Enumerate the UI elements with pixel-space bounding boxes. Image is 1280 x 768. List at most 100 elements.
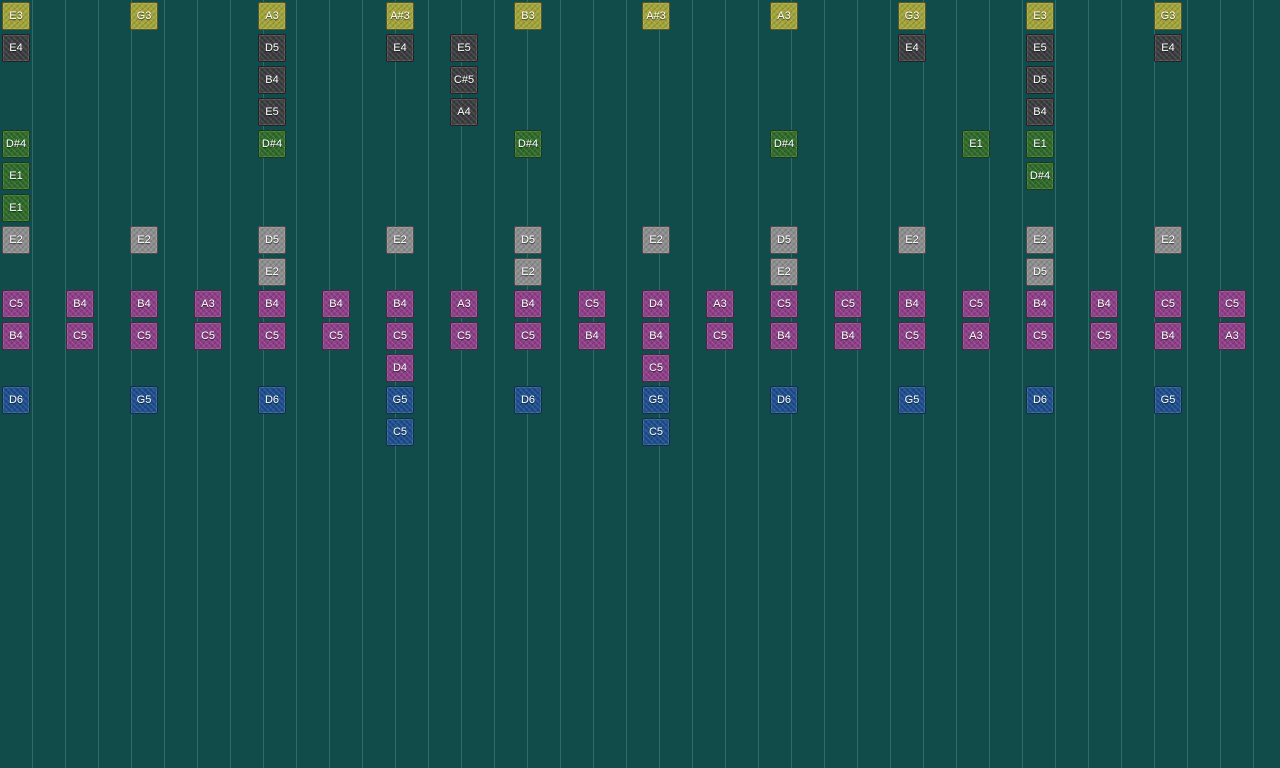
note-block[interactable]: E1 (1026, 130, 1054, 158)
note-block[interactable]: C5 (258, 322, 286, 350)
note-block[interactable]: E2 (898, 226, 926, 254)
note-block[interactable]: B4 (386, 290, 414, 318)
note-block[interactable]: C5 (66, 322, 94, 350)
note-block[interactable]: B4 (1154, 322, 1182, 350)
note-block[interactable]: C5 (834, 290, 862, 318)
note-block[interactable]: C5 (130, 322, 158, 350)
note-block[interactable]: B3 (514, 2, 542, 30)
note-block[interactable]: C5 (642, 354, 670, 382)
note-block[interactable]: C5 (642, 418, 670, 446)
note-block[interactable]: B4 (130, 290, 158, 318)
note-block[interactable]: C5 (1026, 322, 1054, 350)
note-block[interactable]: A3 (770, 2, 798, 30)
note-block[interactable]: B4 (258, 66, 286, 94)
note-block[interactable]: B4 (834, 322, 862, 350)
note-block[interactable]: D6 (258, 386, 286, 414)
note-block[interactable]: E4 (898, 34, 926, 62)
note-block[interactable]: E2 (514, 258, 542, 286)
note-block[interactable]: B4 (514, 290, 542, 318)
note-block[interactable]: G3 (1154, 2, 1182, 30)
note-block[interactable]: C5 (1154, 290, 1182, 318)
note-block[interactable]: D#4 (258, 130, 286, 158)
note-block[interactable]: D#4 (770, 130, 798, 158)
note-block[interactable]: D5 (514, 226, 542, 254)
note-block[interactable]: E4 (2, 34, 30, 62)
note-block[interactable]: C5 (962, 290, 990, 318)
note-block[interactable]: C5 (386, 322, 414, 350)
note-block[interactable]: A3 (450, 290, 478, 318)
note-block[interactable]: B4 (258, 290, 286, 318)
note-block[interactable]: D6 (514, 386, 542, 414)
note-block[interactable]: G5 (130, 386, 158, 414)
note-block[interactable]: B4 (642, 322, 670, 350)
note-block[interactable]: E2 (130, 226, 158, 254)
note-block[interactable]: C5 (194, 322, 222, 350)
note-block[interactable]: A3 (706, 290, 734, 318)
note-block[interactable]: B4 (898, 290, 926, 318)
note-block[interactable]: B4 (322, 290, 350, 318)
note-block[interactable]: D5 (258, 34, 286, 62)
note-block[interactable]: G5 (898, 386, 926, 414)
sequencer-grid[interactable]: E3 G3 A3 A#3 B3 A#3 A3 G3 E3 G3 E4 D5 E4 E5 E4 E5 E4 B4 C#… (0, 0, 1280, 768)
note-block[interactable]: C5 (322, 322, 350, 350)
note-block[interactable]: E2 (770, 258, 798, 286)
note-block[interactable]: B4 (66, 290, 94, 318)
note-block[interactable]: G5 (642, 386, 670, 414)
note-block[interactable]: E1 (2, 194, 30, 222)
note-block[interactable]: E2 (642, 226, 670, 254)
note-block[interactable]: C5 (514, 322, 542, 350)
note-block[interactable]: B4 (2, 322, 30, 350)
note-block[interactable]: E5 (1026, 34, 1054, 62)
note-block[interactable]: B4 (1026, 290, 1054, 318)
note-block[interactable]: D#4 (1026, 162, 1054, 190)
note-block[interactable]: C5 (2, 290, 30, 318)
note-block[interactable]: D4 (642, 290, 670, 318)
note-block[interactable]: D#4 (2, 130, 30, 158)
note-block[interactable]: D5 (770, 226, 798, 254)
note-block[interactable]: C#5 (450, 66, 478, 94)
note-block[interactable]: G5 (386, 386, 414, 414)
note-block[interactable]: D#4 (514, 130, 542, 158)
note-block[interactable]: E2 (386, 226, 414, 254)
note-block[interactable]: B4 (1090, 290, 1118, 318)
note-block[interactable]: D4 (386, 354, 414, 382)
note-block[interactable]: D6 (1026, 386, 1054, 414)
note-block[interactable]: C5 (770, 290, 798, 318)
note-block[interactable]: D5 (1026, 66, 1054, 94)
note-block[interactable]: E2 (1026, 226, 1054, 254)
note-block[interactable]: B4 (578, 322, 606, 350)
note-block[interactable]: C5 (1090, 322, 1118, 350)
note-block[interactable]: A3 (258, 2, 286, 30)
note-block[interactable]: E4 (386, 34, 414, 62)
note-block[interactable]: E1 (962, 130, 990, 158)
note-block[interactable]: A#3 (386, 2, 414, 30)
note-block[interactable]: C5 (386, 418, 414, 446)
note-block[interactable]: A3 (194, 290, 222, 318)
note-block[interactable]: D6 (2, 386, 30, 414)
note-block[interactable]: E4 (1154, 34, 1182, 62)
note-block[interactable]: G3 (130, 2, 158, 30)
note-block[interactable]: E2 (2, 226, 30, 254)
note-block[interactable]: C5 (706, 322, 734, 350)
note-block[interactable]: E3 (2, 2, 30, 30)
note-block[interactable]: A#3 (642, 2, 670, 30)
note-block[interactable]: D6 (770, 386, 798, 414)
note-block[interactable]: C5 (450, 322, 478, 350)
note-block[interactable]: B4 (1026, 98, 1054, 126)
note-block[interactable]: E2 (1154, 226, 1182, 254)
note-block[interactable]: A4 (450, 98, 478, 126)
note-block[interactable]: D5 (1026, 258, 1054, 286)
note-block[interactable]: C5 (578, 290, 606, 318)
note-block[interactable]: A3 (962, 322, 990, 350)
note-block[interactable]: G3 (898, 2, 926, 30)
note-block[interactable]: E5 (258, 98, 286, 126)
note-block[interactable]: E1 (2, 162, 30, 190)
note-block[interactable]: A3 (1218, 322, 1246, 350)
note-block[interactable]: D5 (258, 226, 286, 254)
note-block[interactable]: C5 (1218, 290, 1246, 318)
note-block[interactable]: C5 (898, 322, 926, 350)
note-block[interactable]: E3 (1026, 2, 1054, 30)
note-block[interactable]: E2 (258, 258, 286, 286)
note-block[interactable]: G5 (1154, 386, 1182, 414)
note-block[interactable]: B4 (770, 322, 798, 350)
